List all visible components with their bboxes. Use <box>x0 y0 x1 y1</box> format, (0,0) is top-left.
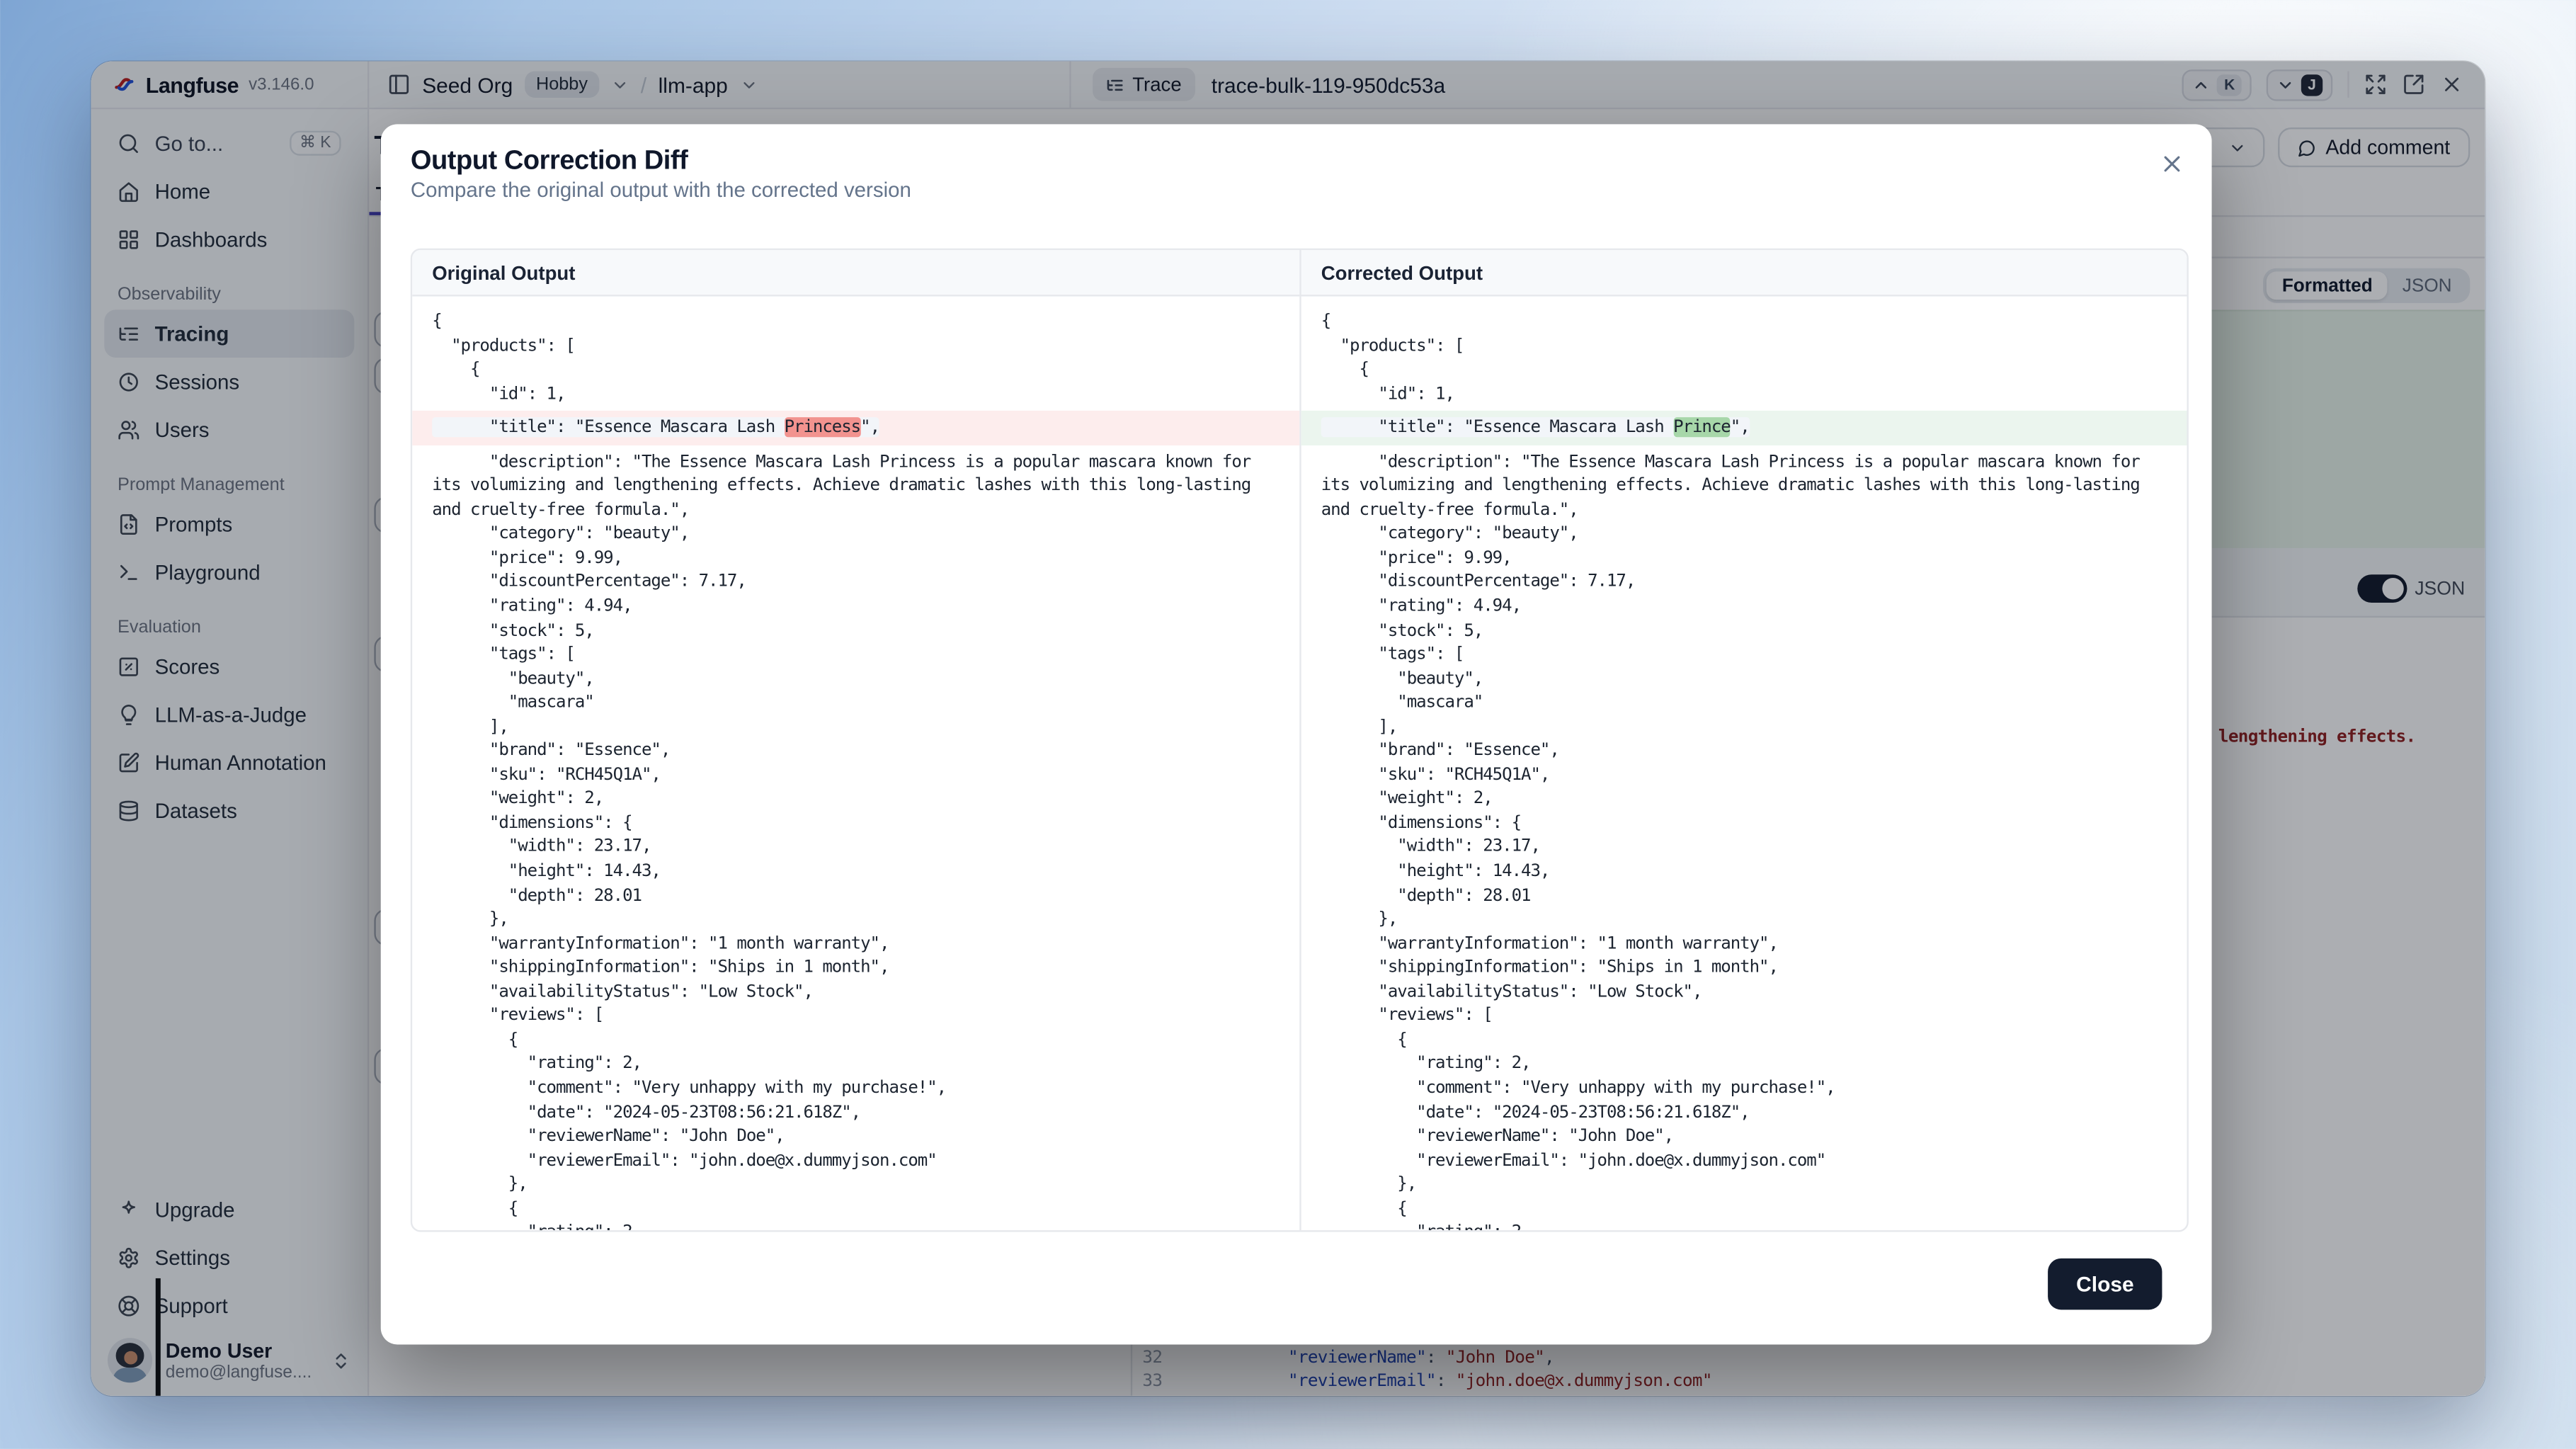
code-line: "brand": "Essence", <box>1321 739 2167 763</box>
code-line: "category": "beauty", <box>1321 522 2167 546</box>
code-line: "products": [ <box>1321 334 2167 358</box>
code-line: "date": "2024-05-23T08:56:21.618Z", <box>432 1101 1280 1125</box>
code-line: "reviewerName": "John Doe", <box>1321 1125 2167 1149</box>
code-line: "reviewerEmail": "john.doe@x.dummyjson.c… <box>432 1149 1280 1173</box>
code-line: "tags": [ <box>1321 642 2167 666</box>
code-line: "beauty", <box>1321 666 2167 691</box>
diff-changed-word: Prince <box>1673 418 1731 438</box>
code-line: { <box>432 309 1280 334</box>
code-line: "shippingInformation": "Ships in 1 month… <box>432 956 1280 980</box>
modal-title: Output Correction Diff <box>411 146 688 177</box>
diff-container: Original Output Corrected Output { "prod… <box>411 249 2189 1232</box>
diff-changed-line: "title": "Essence Mascara Lash Princess"… <box>412 411 1299 445</box>
code-line: { <box>432 1197 1280 1221</box>
code-line: "reviews": [ <box>432 1004 1280 1028</box>
diff-changed-line: "title": "Essence Mascara Lash Prince", <box>1301 411 2187 445</box>
code-line: { <box>1321 1197 2167 1221</box>
code-line: }, <box>1321 908 2167 932</box>
code-line: "width": 23.17, <box>432 835 1280 859</box>
code-line: "stock": 5, <box>432 618 1280 642</box>
corrected-output-code[interactable]: { "products": [ { "id": 1, "title": "Ess… <box>1299 297 2187 1231</box>
code-line: "reviews": [ <box>1321 1004 2167 1028</box>
code-line: }, <box>432 908 1280 932</box>
code-line: { <box>1321 1028 2167 1052</box>
code-line: ], <box>1321 715 2167 739</box>
code-line: { <box>1321 358 2167 382</box>
code-line: { <box>1321 309 2167 334</box>
code-line: "category": "beauty", <box>432 522 1280 546</box>
close-button[interactable]: Close <box>2048 1258 2162 1309</box>
code-line: "height": 14.43, <box>432 859 1280 883</box>
code-line: "discountPercentage": 7.17, <box>432 570 1280 594</box>
code-line: "stock": 5, <box>1321 618 2167 642</box>
code-line: "reviewerName": "John Doe", <box>432 1125 1280 1149</box>
code-line: "comment": "Very unhappy with my purchas… <box>1321 1076 2167 1101</box>
original-output-code[interactable]: { "products": [ { "id": 1, "title": "Ess… <box>412 297 1299 1231</box>
code-line: "dimensions": { <box>432 811 1280 835</box>
code-line: { <box>432 1028 1280 1052</box>
code-line: "width": 23.17, <box>1321 835 2167 859</box>
code-line: "price": 9.99, <box>432 546 1280 570</box>
code-line: "dimensions": { <box>1321 811 2167 835</box>
code-line: "rating": 2, <box>432 1052 1280 1076</box>
code-line: "mascara" <box>1321 691 2167 715</box>
code-line: { <box>432 358 1280 382</box>
code-line: "comment": "Very unhappy with my purchas… <box>432 1076 1280 1101</box>
code-line: }, <box>432 1173 1280 1197</box>
screenshot-stage: Langfuse v3.146.0 Seed Org Hobby / llm-a… <box>0 0 2576 1449</box>
diff-changed-word: Princess <box>785 418 861 438</box>
code-line: "rating": 2, <box>1321 1221 2167 1230</box>
output-correction-diff-modal: Output Correction Diff Compare the origi… <box>381 124 2212 1344</box>
code-line: "brand": "Essence", <box>432 739 1280 763</box>
code-line: "rating": 4.94, <box>1321 594 2167 618</box>
code-line: "price": 9.99, <box>1321 546 2167 570</box>
modal-close-icon[interactable] <box>2159 151 2185 177</box>
code-line: "height": 14.43, <box>1321 859 2167 883</box>
code-line: "rating": 2, <box>432 1221 1280 1230</box>
modal-subtitle: Compare the original output with the cor… <box>411 179 911 203</box>
code-line: "weight": 2, <box>1321 787 2167 811</box>
code-line: "id": 1, <box>1321 382 2167 406</box>
code-line: "availabilityStatus": "Low Stock", <box>432 980 1280 1004</box>
code-line: "reviewerEmail": "john.doe@x.dummyjson.c… <box>1321 1149 2167 1173</box>
code-line: ], <box>432 715 1280 739</box>
code-line: "warrantyInformation": "1 month warranty… <box>1321 932 2167 956</box>
code-line: "id": 1, <box>432 382 1280 406</box>
code-line: "rating": 2, <box>1321 1052 2167 1076</box>
code-line: "date": "2024-05-23T08:56:21.618Z", <box>1321 1101 2167 1125</box>
code-line: "weight": 2, <box>432 787 1280 811</box>
corrected-output-header: Corrected Output <box>1299 250 2187 296</box>
original-output-header: Original Output <box>412 250 1299 296</box>
code-line: "depth": 28.01 <box>432 884 1280 908</box>
code-line: "availabilityStatus": "Low Stock", <box>1321 980 2167 1004</box>
code-line: "warrantyInformation": "1 month warranty… <box>432 932 1280 956</box>
code-line: "tags": [ <box>432 642 1280 666</box>
code-line: "sku": "RCH45Q1A", <box>432 763 1280 787</box>
code-line: "products": [ <box>432 334 1280 358</box>
code-line: "beauty", <box>432 666 1280 691</box>
code-line: "sku": "RCH45Q1A", <box>1321 763 2167 787</box>
code-line: "shippingInformation": "Ships in 1 month… <box>1321 956 2167 980</box>
code-line: "mascara" <box>432 691 1280 715</box>
code-line: }, <box>1321 1173 2167 1197</box>
text-cursor-artifact <box>156 1278 160 1396</box>
code-line: "depth": 28.01 <box>1321 884 2167 908</box>
code-line: "description": "The Essence Mascara Lash… <box>1321 450 2167 522</box>
code-line: "discountPercentage": 7.17, <box>1321 570 2167 594</box>
code-line: "rating": 4.94, <box>432 594 1280 618</box>
code-line: "description": "The Essence Mascara Lash… <box>432 450 1280 522</box>
